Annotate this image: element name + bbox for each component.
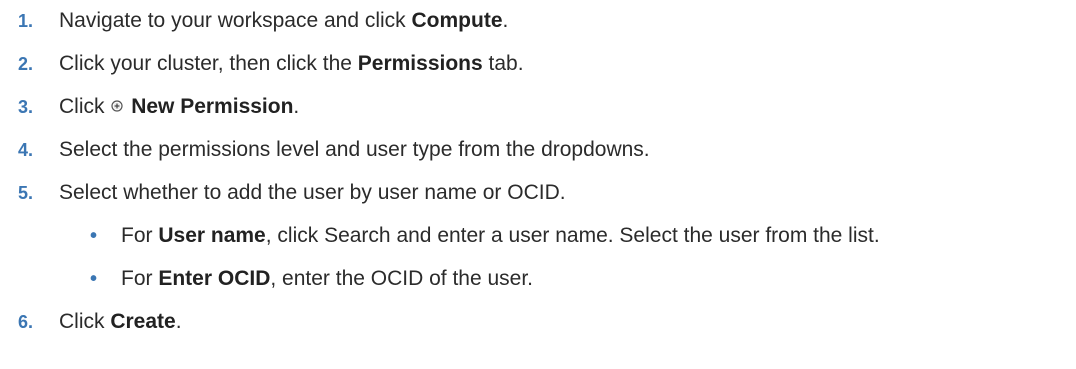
step-text: Click New Permission. (59, 93, 299, 121)
step-text-pre: Click your cluster, then click the (59, 52, 358, 75)
step-text: Click Create. (59, 308, 182, 336)
step-text-post: . (293, 95, 300, 118)
substep-text-pre: For (121, 224, 159, 247)
step-number: 6. (18, 312, 34, 332)
step-text: Select the permissions level and user ty… (59, 138, 650, 161)
step-text-post: . (502, 9, 509, 32)
step-text: Select whether to add the user by user n… (59, 181, 566, 204)
bullet: • (90, 225, 98, 247)
substep-text: For User name, click Search and enter a … (121, 222, 880, 250)
ui-term-user-name: User name (158, 224, 266, 247)
step-text: Click your cluster, then click the Permi… (59, 50, 524, 78)
step-text-post: tab. (482, 52, 524, 75)
ui-term-create: Create (110, 310, 176, 333)
ui-term-new-permission: New Permission (131, 95, 294, 118)
ui-term-enter-ocid: Enter OCID (158, 267, 271, 290)
substep-text-post: , click Search and enter a user name. Se… (265, 224, 880, 247)
step-number: 2. (18, 54, 34, 74)
ui-term-compute: Compute (411, 9, 503, 32)
step-number: 5. (18, 183, 34, 203)
step-text: Navigate to your workspace and click Com… (59, 7, 508, 35)
step-text-pre: Click (59, 310, 111, 333)
substep-text-pre: For (121, 267, 159, 290)
bullet: • (90, 268, 98, 290)
step-number: 3. (18, 97, 34, 117)
step-number: 1. (18, 11, 34, 31)
step-text-pre: Navigate to your workspace and click (59, 9, 412, 32)
add-circle-icon (111, 100, 123, 112)
substep-text-post: , enter the OCID of the user. (270, 267, 533, 290)
step-text-pre: Click (59, 95, 111, 118)
substep-text: For Enter OCID, enter the OCID of the us… (121, 265, 533, 293)
step-number: 4. (18, 140, 34, 160)
step-text-post: . (175, 310, 182, 333)
ui-term-permissions: Permissions (357, 52, 483, 75)
